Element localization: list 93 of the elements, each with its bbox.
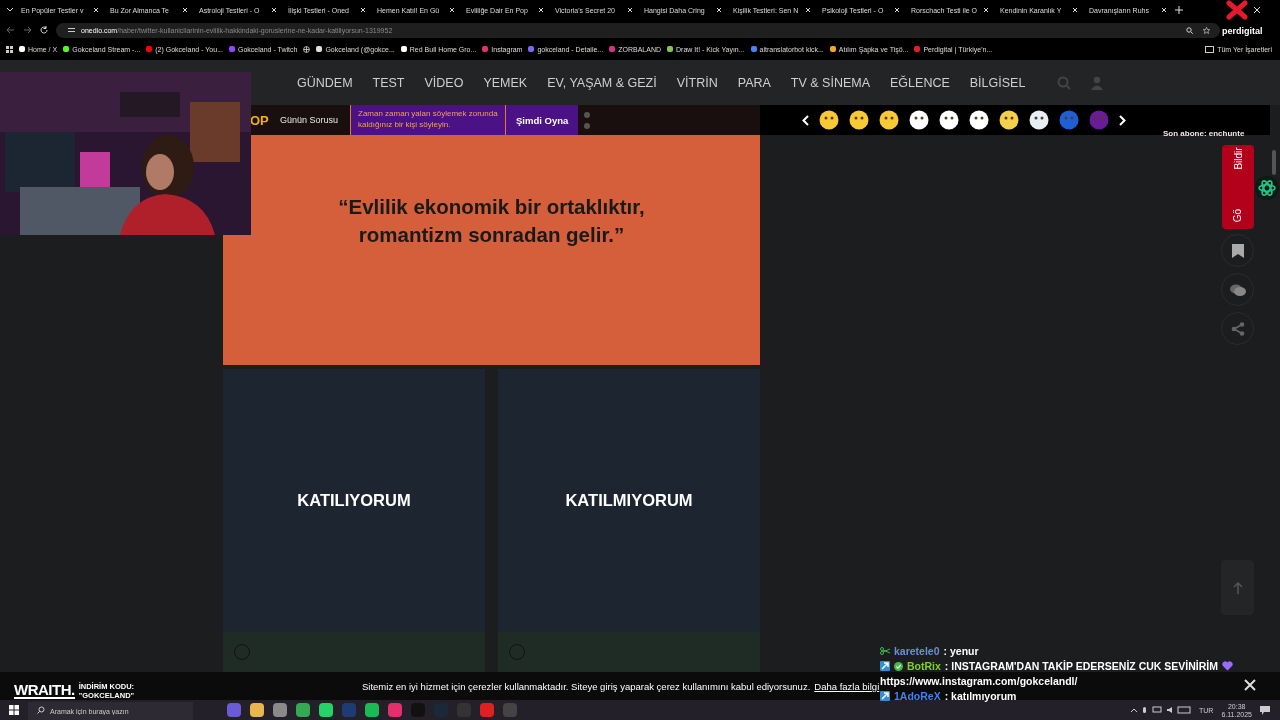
tray-icons[interactable] [1131,706,1191,714]
reaction-icon[interactable] [1029,110,1049,130]
share-icon [1230,321,1245,336]
close-icon[interactable] [1072,7,1078,13]
chat-username: 1AdoReX [894,690,941,702]
comment-button[interactable] [1221,273,1254,306]
verified-icon [894,661,903,671]
heart-icon [1222,661,1234,671]
reaction-icon[interactable] [879,110,899,130]
taskbar-app-icon[interactable] [296,703,310,717]
reaction-icon[interactable] [969,110,989,130]
more-info-link[interactable]: Daha fazla bilgi [814,680,880,692]
chat-bubbles-icon [1229,283,1246,296]
nav-link[interactable]: PARA [737,75,771,90]
close-icon[interactable] [1243,678,1257,692]
reaction-icon[interactable] [909,110,929,130]
reaction-icon[interactable] [819,110,839,130]
nav-link[interactable]: EĞLENCE [890,75,950,90]
close-icon[interactable] [983,7,989,13]
feedback-button[interactable]: Gö Bildir [1222,145,1254,229]
quote-text: “Evlilik ekonomik bir ortaklıktır, romantizm sonradan gelir.” [337,194,646,248]
nav-link[interactable]: VİDEO [424,75,464,90]
cookie-text: Sitemiz en iyi hizmet için çerezler kullanmaktadır. Siteye giriş yaparak çerez kullanımını kabul ediyorsunuz. [362,680,811,692]
site-settings-icon[interactable] [68,27,75,33]
new-tab-icon[interactable] [1175,6,1183,14]
logo-text: OP [250,112,270,128]
close-icon[interactable] [449,7,455,13]
nav-link[interactable]: YEMEK [483,75,528,90]
question-text[interactable]: Zaman zaman yalan söylemek zorunda kaldığınız bir kişi söyleyin. [350,105,506,135]
close-icon[interactable] [1161,7,1167,13]
star-icon[interactable] [1203,26,1210,34]
close-icon[interactable] [716,7,722,13]
pager-dot[interactable] [584,122,591,129]
scrollbar-thumb[interactable] [1272,150,1276,175]
bookmark-icon [1231,243,1244,258]
chevron-right-icon[interactable] [1119,114,1126,126]
tab-list-icon[interactable] [6,7,14,13]
pager-dot[interactable] [584,111,591,118]
notification-icon[interactable] [1260,705,1270,715]
sponsor-logo: WRAITH. [14,682,75,699]
kick-badge-icon [880,691,890,701]
arrow-up-icon [1232,581,1243,594]
nav-link[interactable]: BİLGİSEL [969,75,1026,90]
chat-username: BotRix [907,660,941,672]
nav-link[interactable]: VİTRİN [676,75,718,90]
close-icon[interactable] [627,7,633,13]
answer-card[interactable]: KATILIYORUM [223,369,485,632]
globe-icon[interactable] [303,45,311,53]
logo-icon [1225,0,1249,20]
reaction-icon[interactable] [939,110,959,130]
taskbar-app-icon[interactable] [319,703,333,717]
search-icon [37,706,45,714]
chat-username: karetele0 [894,645,940,657]
flower-icon[interactable] [1255,176,1279,200]
close-icon[interactable] [538,7,544,13]
chat-message: : yenur [943,645,979,657]
kick-badge-icon [880,661,890,671]
close-icon[interactable] [93,7,99,13]
close-icon[interactable] [360,7,366,13]
apps-icon[interactable] [6,45,13,53]
scissors-icon [880,647,890,655]
last-subscriber: Son abone: enchunte [1163,129,1245,138]
taskbar-app-icon[interactable] [250,703,264,717]
zoom-icon[interactable] [1186,26,1193,34]
taskbar-app-icon[interactable] [480,703,494,717]
reaction-icon[interactable] [849,110,869,130]
close-icon[interactable] [271,7,277,13]
back-icon[interactable] [6,26,15,34]
taskbar-app-icon[interactable] [388,703,402,717]
chat-message: : katılmıyorum [944,690,1017,702]
reaction-icon[interactable] [999,110,1019,130]
nav-link[interactable]: GÜNDEM [297,75,353,90]
windows-icon[interactable] [9,705,19,715]
bookmark-button[interactable] [1221,234,1254,267]
close-icon[interactable] [182,7,188,13]
answer-card[interactable]: KATILMIYORUM [498,369,760,632]
taskbar-app-icon[interactable] [273,703,287,717]
play-button[interactable]: Şimdi Oyna [506,105,579,135]
nav-link[interactable]: TV & SİNEMA [790,75,871,90]
share-button[interactable] [1221,312,1254,345]
close-icon[interactable] [805,7,811,13]
chat-message: https://www.instagram.com/gokcelandl/ [880,675,1079,687]
nav-link[interactable]: TEST [372,75,405,90]
reload-icon[interactable] [40,26,48,34]
question-label: Günün Sorusu [280,115,340,125]
nav-link[interactable]: EV, YAŞAM & GEZİ [547,75,657,90]
chat-message: : INSTAGRAM'DAN TAKİP EDERSENİZ CUK SEVİNİRİM [944,660,1219,672]
close-icon[interactable] [894,7,900,13]
chevron-left-icon[interactable] [802,114,809,126]
close-icon[interactable] [1253,6,1261,14]
taskbar-app-icon[interactable] [365,703,379,717]
forward-icon[interactable] [23,26,32,34]
logo-text: perdigital [1222,26,1263,36]
